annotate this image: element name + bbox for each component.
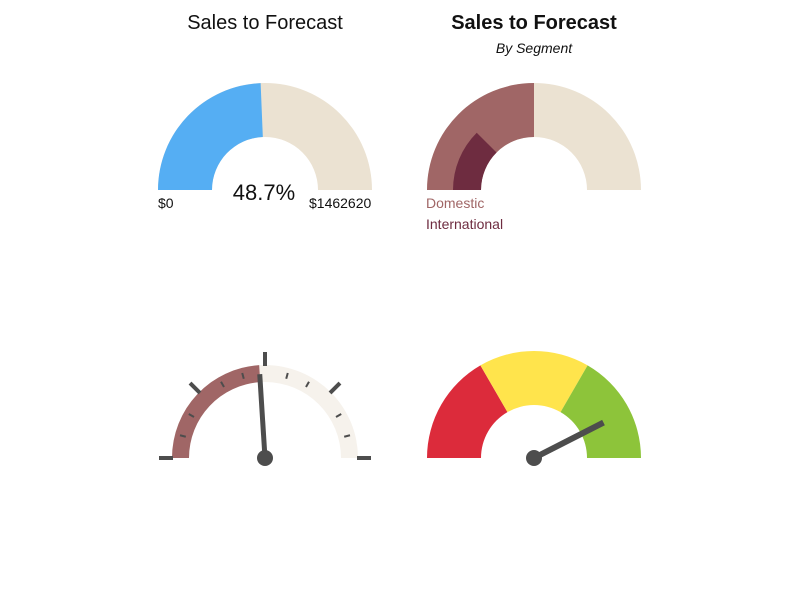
gauge3-value-arc: [171, 365, 261, 458]
gauges-canvas: [158, 83, 641, 466]
gauge1-max-label: $1462620: [309, 195, 372, 211]
gauge1-min-label: $0: [158, 195, 174, 211]
legend-international: International: [426, 216, 504, 232]
gauge4-needle-hub: [526, 450, 542, 466]
gauge1-value-arc: [158, 83, 263, 190]
gauge3-needle: [257, 374, 268, 459]
gauge3-major-tick: [188, 381, 202, 395]
gauge3-major-tick: [328, 381, 342, 395]
gauge3-needle-hub: [257, 450, 273, 466]
gauge1-value-label: 48.7%: [232, 180, 296, 205]
legend-domestic: Domestic: [426, 195, 485, 211]
